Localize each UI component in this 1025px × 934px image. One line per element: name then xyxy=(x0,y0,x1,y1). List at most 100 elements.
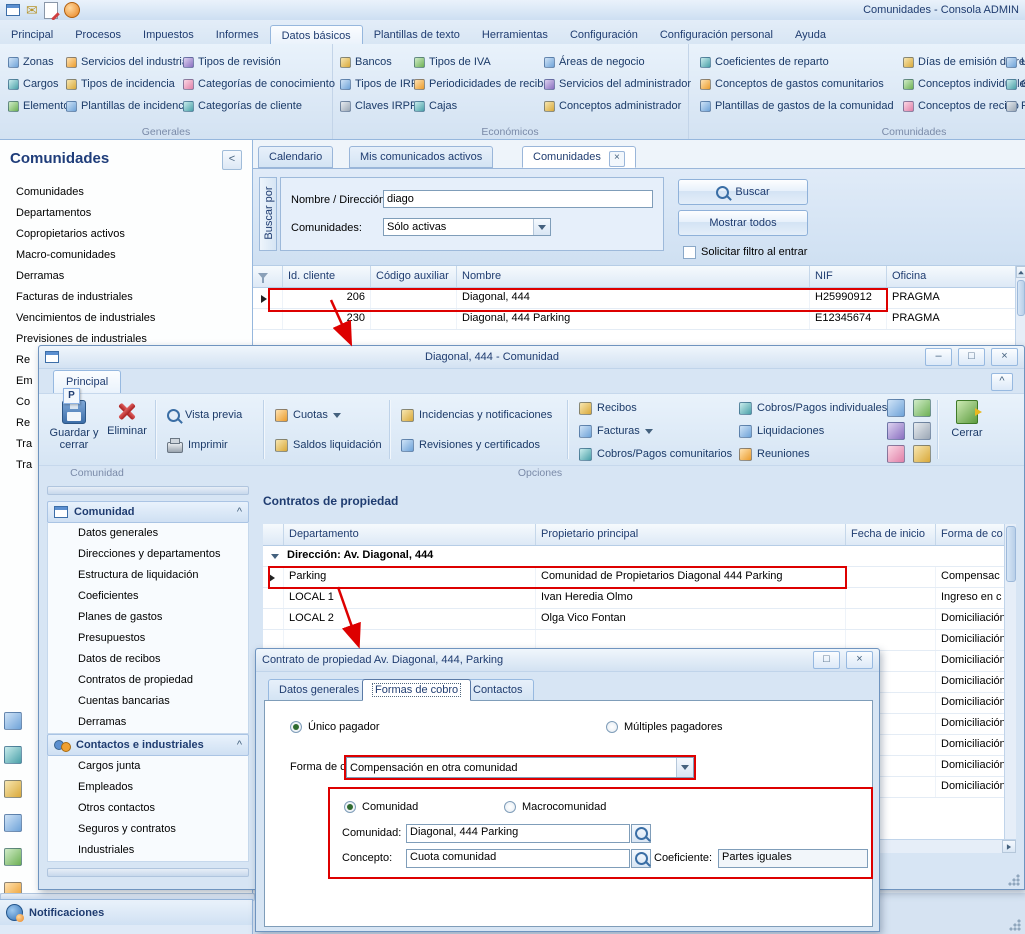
ribbon-item-periodicidades[interactable]: Periodicidades de recibo xyxy=(414,73,549,95)
sidebar-item-derramas[interactable]: Derramas xyxy=(16,266,64,286)
announcements-icon[interactable] xyxy=(64,2,80,18)
doc-tool-icon[interactable] xyxy=(887,399,905,417)
scroll-right-icon[interactable] xyxy=(1002,840,1016,853)
cobros-comunitarios-button[interactable]: Cobros/Pagos comunitarios xyxy=(575,443,736,465)
print-button[interactable]: Imprimir xyxy=(163,432,232,458)
tab-principal[interactable]: Principal xyxy=(0,25,64,44)
concept-lookup-button[interactable] xyxy=(631,849,651,868)
close-button[interactable]: × xyxy=(991,348,1018,366)
nav-pane-icon-2[interactable] xyxy=(4,746,22,764)
window-resize-grip[interactable] xyxy=(1008,918,1021,931)
col-header-oficina[interactable]: Oficina xyxy=(887,266,1015,287)
nav-item-cuentas-bancarias[interactable]: Cuentas bancarias xyxy=(48,691,248,712)
sidebar-item-copropietarios[interactable]: Copropietarios activos xyxy=(16,224,125,244)
ribbon-item-plantillas-gastos[interactable]: Plantillas de gastos de la comunidad xyxy=(700,95,894,117)
ribbon-item-tipos-revision[interactable]: Tipos de revisión xyxy=(183,51,335,73)
minimize-button[interactable]: – xyxy=(925,348,952,366)
liquidaciones-button[interactable]: Liquidaciones xyxy=(735,420,828,442)
delete-button[interactable]: Eliminar xyxy=(103,396,151,437)
sidebar-item-partial-4[interactable]: Re xyxy=(16,413,30,433)
sidebar-item-partial-2[interactable]: Em xyxy=(16,371,33,391)
nav-pane-icon-1[interactable] xyxy=(4,712,22,730)
close-dialog-button[interactable]: Cerrar xyxy=(941,396,993,439)
app-icon[interactable] xyxy=(6,4,20,16)
table-row[interactable]: LOCAL 1 Ivan Heredia Olmo Ingreso en c xyxy=(263,588,1004,609)
sidebar-item-macrocomunidades[interactable]: Macro-comunidades xyxy=(16,245,116,265)
ribbon-item-servicios-industrial[interactable]: Servicios del industrial xyxy=(66,51,192,73)
nav-item-industriales[interactable]: Industriales xyxy=(48,840,248,861)
nav-pane-icon-5[interactable] xyxy=(4,848,22,866)
filter-column-header[interactable] xyxy=(253,266,283,287)
doc-tab-comunidades[interactable]: Comunidades × xyxy=(522,146,636,168)
tab-informes[interactable]: Informes xyxy=(205,25,270,44)
nav-item-presupuestos[interactable]: Presupuestos xyxy=(48,628,248,649)
calculator-tool-icon[interactable] xyxy=(913,422,931,440)
dropdown-arrow-icon[interactable] xyxy=(533,219,550,235)
sidebar-item-partial-6[interactable]: Tra xyxy=(16,455,32,475)
nav-section-comunidad[interactable]: Comunidad ^ xyxy=(47,501,249,523)
sidebar-item-partial-3[interactable]: Co xyxy=(16,392,30,412)
sidebar-item-partial-1[interactable]: Re xyxy=(16,350,30,370)
nav-section-contactos[interactable]: Contactos e industriales ^ xyxy=(47,734,249,756)
cash-tool-icon[interactable] xyxy=(913,445,931,463)
group-collapse-icon[interactable] xyxy=(271,554,279,559)
collapse-ribbon-icon[interactable]: ^ xyxy=(991,373,1013,391)
results-vertical-scrollbar[interactable] xyxy=(1015,266,1025,345)
incidencias-button[interactable]: Incidencias y notificaciones xyxy=(397,402,556,428)
collapse-section-icon[interactable]: ^ xyxy=(237,739,242,751)
macrocommunity-radio[interactable] xyxy=(504,801,516,813)
community-field[interactable]: Diagonal, 444 Parking xyxy=(406,824,630,843)
table-row[interactable]: 230 Diagonal, 444 Parking E12345674 PRAG… xyxy=(253,309,1015,330)
sidebar-collapse-button[interactable]: < xyxy=(222,150,242,170)
community-radio[interactable] xyxy=(344,801,356,813)
tab-herramientas[interactable]: Herramientas xyxy=(471,25,559,44)
contract-tab-formas-cobro[interactable]: Formas de cobro xyxy=(362,679,471,701)
concept-field[interactable]: Cuota comunidad xyxy=(406,849,630,868)
nav-pane-icon-3[interactable] xyxy=(4,780,22,798)
multiple-payers-radio[interactable] xyxy=(606,721,618,733)
col-header-nif[interactable]: NIF xyxy=(810,266,887,287)
ribbon-item-elementos[interactable]: Elementos xyxy=(8,95,75,117)
compose-icon[interactable] xyxy=(44,2,58,19)
ribbon-item-conceptos-administrador[interactable]: Conceptos administrador xyxy=(544,95,691,117)
ribbon-item-unic[interactable]: Unic xyxy=(1006,51,1025,73)
tab-impuestos[interactable]: Impuestos xyxy=(132,25,205,44)
coefficient-field[interactable]: Partes iguales xyxy=(718,849,868,868)
cobros-individuales-button[interactable]: Cobros/Pagos individuales xyxy=(735,397,891,419)
sidebar-item-facturas-industriales[interactable]: Facturas de industriales xyxy=(16,287,133,307)
scroll-up-icon[interactable] xyxy=(1016,266,1025,278)
table-row[interactable]: LOCAL 2 Olga Vico Fontan Domiciliación xyxy=(263,609,1004,630)
nav-item-empleados[interactable]: Empleados xyxy=(48,777,248,798)
ribbon-item-zonas[interactable]: Zonas xyxy=(8,51,75,73)
notifications-bar[interactable]: Notificaciones xyxy=(0,899,253,925)
nav-item-derramas[interactable]: Derramas xyxy=(48,712,248,733)
show-all-button[interactable]: Mostrar todos xyxy=(678,210,808,236)
col-header-codigo[interactable]: Código auxiliar xyxy=(371,266,457,287)
tab-procesos[interactable]: Procesos xyxy=(64,25,132,44)
col-header-nombre[interactable]: Nombre xyxy=(457,266,810,287)
payment-method-select[interactable]: Compensación en otra comunidad xyxy=(346,757,694,778)
cuotas-button[interactable]: Cuotas xyxy=(271,402,345,428)
pen-tool-icon[interactable] xyxy=(887,422,905,440)
tab-configuracion[interactable]: Configuración xyxy=(559,25,649,44)
community-lookup-button[interactable] xyxy=(631,824,651,843)
scrollbar-thumb[interactable] xyxy=(1006,526,1016,582)
recibos-button[interactable]: Recibos xyxy=(575,397,641,419)
col-header-departamento[interactable]: Departamento xyxy=(284,524,536,545)
ribbon-item-coeficientes-reparto[interactable]: Coeficientes de reparto xyxy=(700,51,894,73)
dialog-resize-grip[interactable] xyxy=(1007,873,1020,886)
ribbon-item-tipos-incidencia[interactable]: Tipos de incidencia xyxy=(66,73,192,95)
contracts-vertical-scrollbar[interactable] xyxy=(1004,524,1016,839)
ribbon-item-cargos[interactable]: Cargos xyxy=(8,73,75,95)
ribbon-item-servicios-administrador[interactable]: Servicios del administrador xyxy=(544,73,691,95)
marker-column-header[interactable] xyxy=(263,524,284,545)
sidebar-item-vencimientos[interactable]: Vencimientos de industriales xyxy=(16,308,155,328)
nav-item-otros-contactos[interactable]: Otros contactos xyxy=(48,798,248,819)
single-payer-radio[interactable] xyxy=(290,721,302,733)
ribbon-item-categorias-conocimiento[interactable]: Categorías de conocimiento xyxy=(183,73,335,95)
tab-configuracion-personal[interactable]: Configuración personal xyxy=(649,25,784,44)
ribbon-item-conceptos-gastos[interactable]: Conceptos de gastos comunitarios xyxy=(700,73,894,95)
revisiones-button[interactable]: Revisiones y certificados xyxy=(397,432,544,458)
ribbon-item-categorias-cliente[interactable]: Categorías de cliente xyxy=(183,95,335,117)
facturas-button[interactable]: Facturas xyxy=(575,420,657,442)
